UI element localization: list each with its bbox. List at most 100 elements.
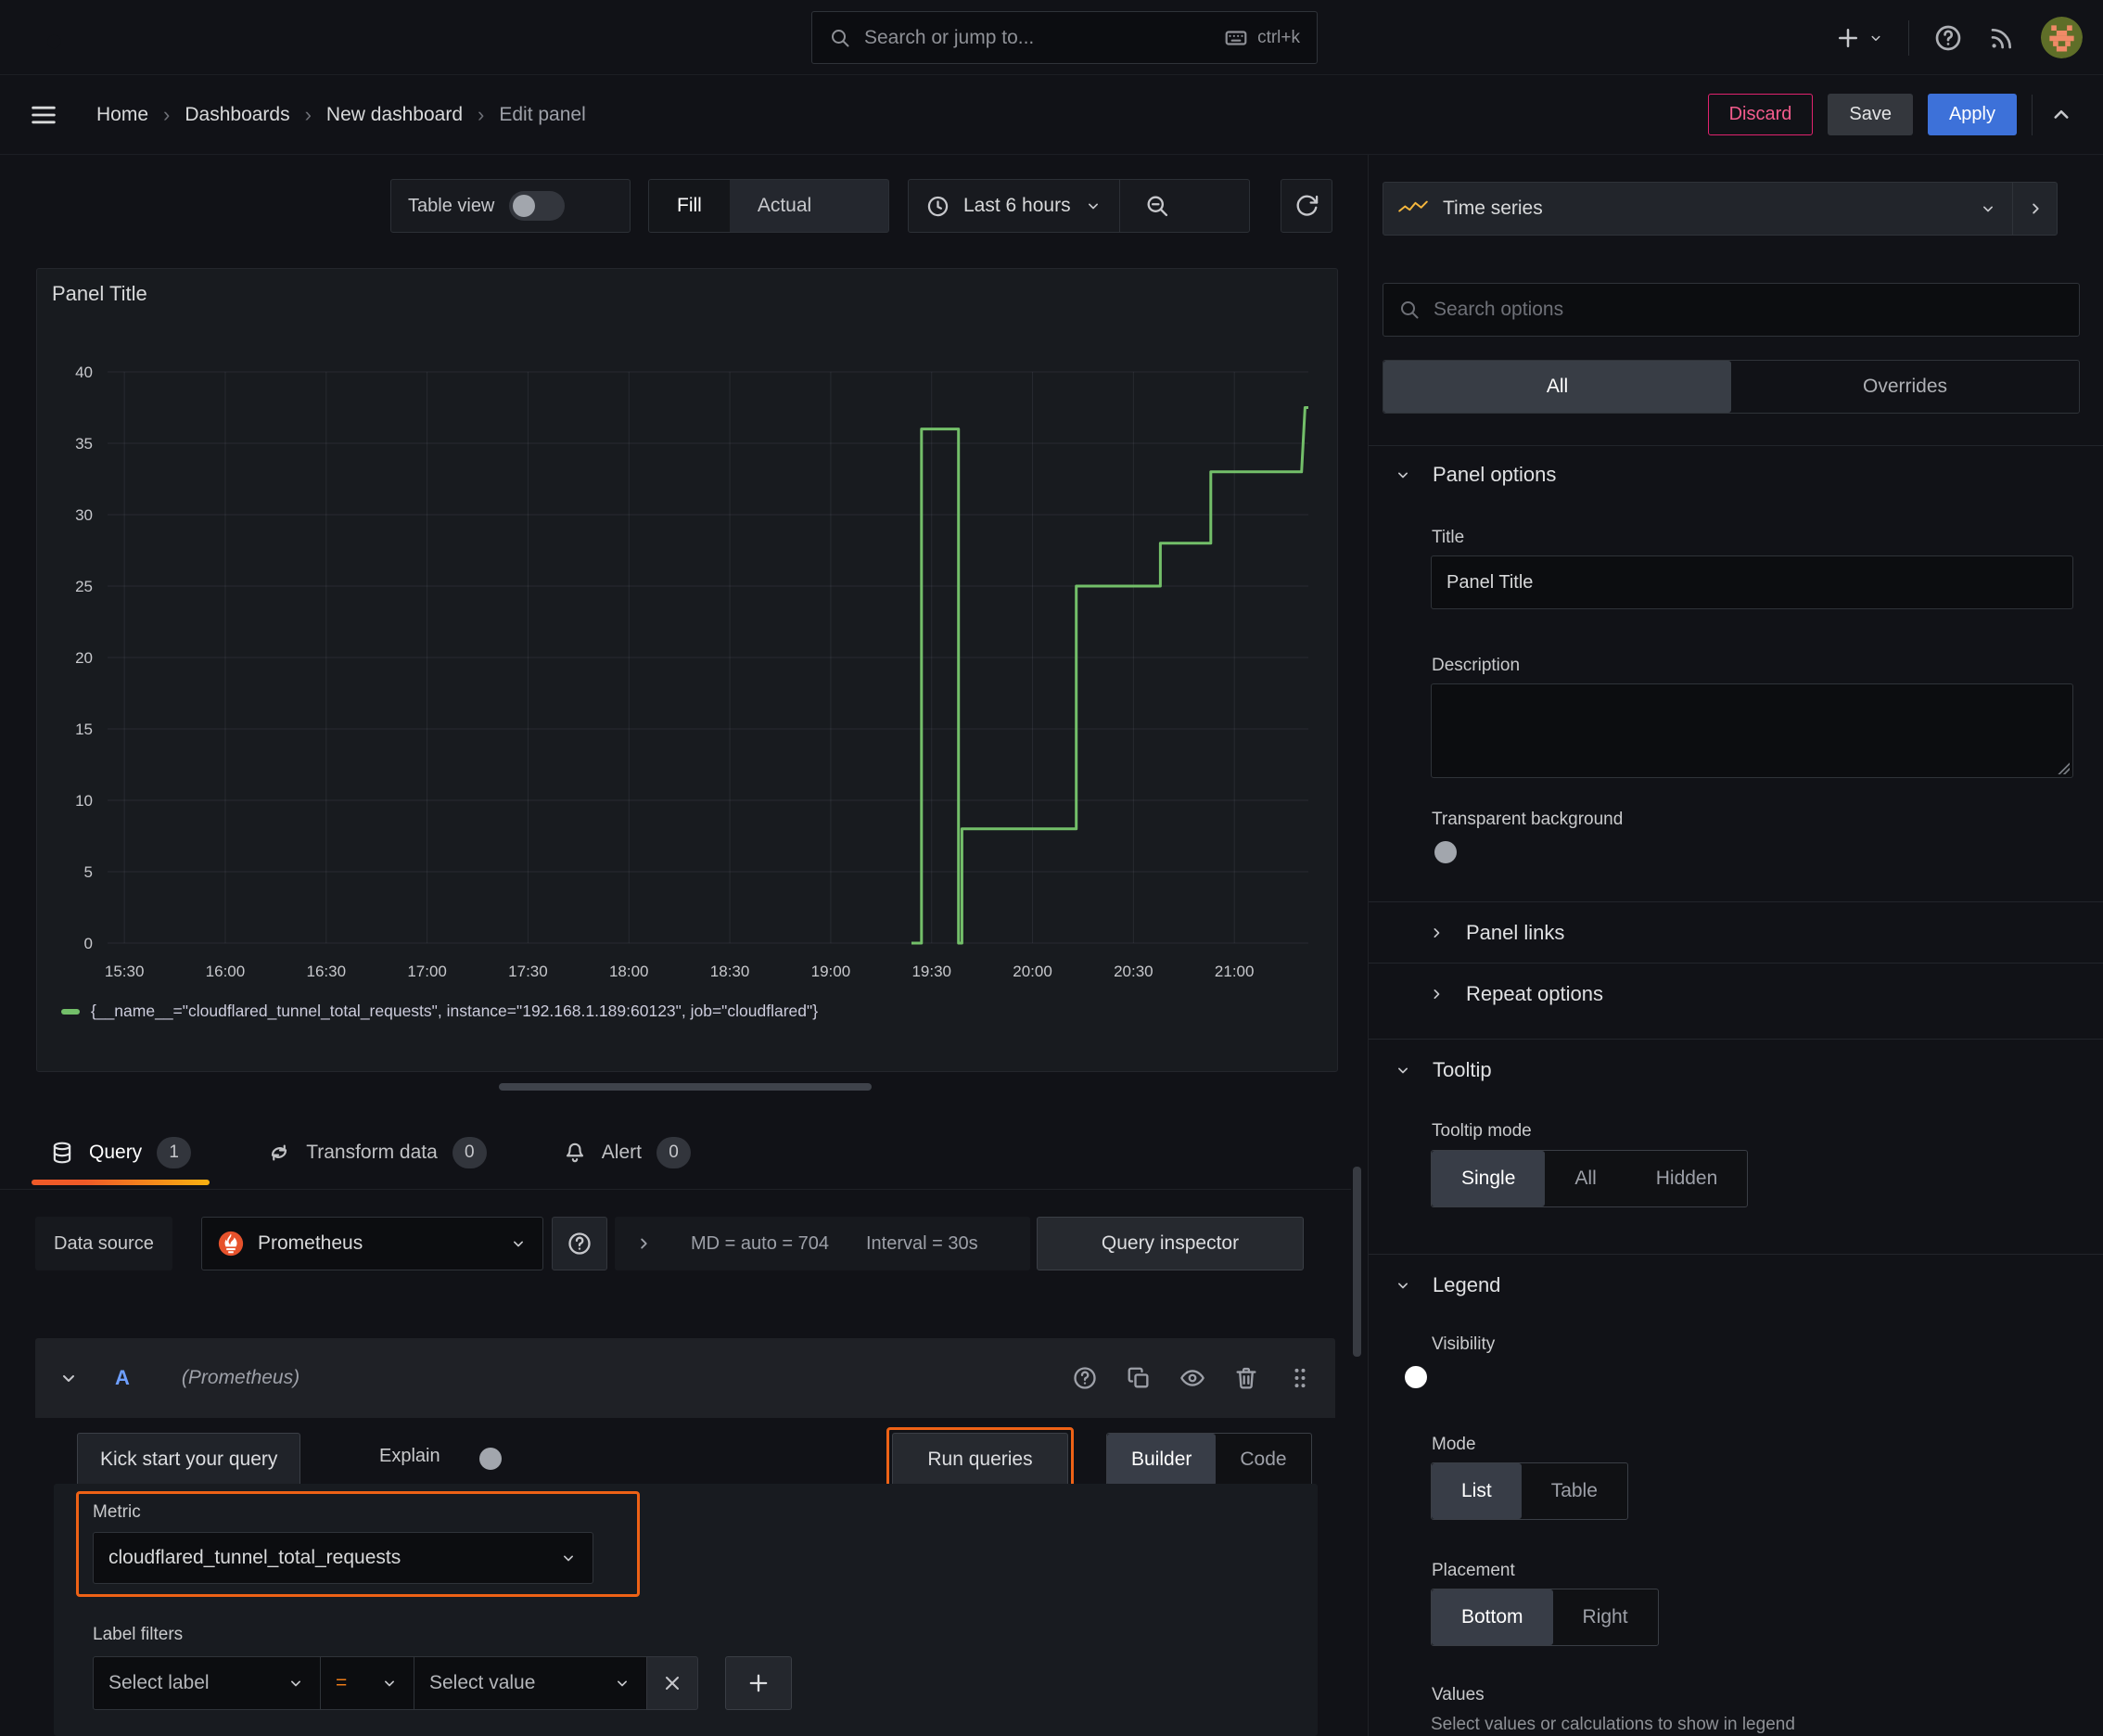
panel-resize-handle[interactable] bbox=[499, 1083, 872, 1091]
search-icon bbox=[829, 27, 851, 49]
tab-transform-data[interactable]: Transform data 0 bbox=[249, 1117, 505, 1189]
section-panel-options[interactable]: Panel options bbox=[1394, 463, 1556, 487]
panel-title: Panel Title bbox=[52, 282, 147, 305]
legend-mode-switch: List Table bbox=[1431, 1462, 1628, 1520]
datasource-help-button[interactable] bbox=[552, 1217, 607, 1270]
toggle-visibility-eye-icon[interactable] bbox=[1179, 1365, 1205, 1391]
section-tooltip[interactable]: Tooltip bbox=[1394, 1058, 1492, 1082]
builder-option[interactable]: Builder bbox=[1107, 1434, 1217, 1486]
toggle-viz-picker-button[interactable] bbox=[2012, 183, 2057, 235]
section-repeat-options[interactable]: Repeat options bbox=[1427, 982, 1603, 1006]
chart-legend: {__name__="cloudflared_tunnel_total_requ… bbox=[61, 1002, 818, 1021]
refresh-button[interactable] bbox=[1281, 179, 1332, 233]
kickstart-query-button[interactable]: Kick start your query bbox=[77, 1433, 301, 1487]
time-range-button[interactable]: Last 6 hours bbox=[909, 180, 1119, 232]
chevron-down-icon bbox=[1394, 1276, 1412, 1295]
actual-option[interactable]: Actual bbox=[730, 180, 839, 232]
chevron-down-icon bbox=[1084, 197, 1102, 215]
tooltip-single-option[interactable]: Single bbox=[1432, 1151, 1546, 1206]
legend-placement-right-option[interactable]: Right bbox=[1553, 1589, 1658, 1645]
help-icon[interactable] bbox=[1933, 23, 1963, 53]
filter-tab-all[interactable]: All bbox=[1383, 361, 1731, 413]
legend-mode-table-option[interactable]: Table bbox=[1522, 1463, 1627, 1519]
datasource-picker[interactable]: Prometheus bbox=[201, 1217, 543, 1270]
fill-option[interactable]: Fill bbox=[649, 180, 730, 232]
legend-placement-bottom-option[interactable]: Bottom bbox=[1432, 1589, 1553, 1645]
query-inspector-button[interactable]: Query inspector bbox=[1037, 1217, 1304, 1270]
breadcrumb-new-dashboard[interactable]: New dashboard bbox=[326, 104, 463, 126]
search-placeholder: Search or jump to... bbox=[864, 26, 1035, 48]
bell-icon bbox=[563, 1141, 587, 1165]
chevron-down-icon bbox=[1867, 30, 1884, 46]
section-panel-links[interactable]: Panel links bbox=[1427, 921, 1564, 945]
tooltip-all-option[interactable]: All bbox=[1545, 1151, 1625, 1206]
breadcrumb-home[interactable]: Home bbox=[96, 104, 148, 126]
description-textarea[interactable] bbox=[1431, 683, 2073, 778]
alert-count-badge: 0 bbox=[656, 1137, 691, 1168]
query-datasource-hint: (Prometheus) bbox=[181, 1367, 300, 1388]
max-datapoints-value: MD = auto = 704 bbox=[691, 1232, 829, 1254]
collapse-chevron-down-icon[interactable] bbox=[57, 1367, 80, 1389]
tab-query[interactable]: Query 1 bbox=[32, 1117, 210, 1189]
save-button[interactable]: Save bbox=[1828, 94, 1913, 135]
divider bbox=[2032, 94, 2033, 135]
table-view-toggle[interactable] bbox=[509, 191, 566, 221]
filter-tab-overrides[interactable]: Overrides bbox=[1731, 361, 2079, 413]
legend-placement-switch: Bottom Right bbox=[1431, 1589, 1659, 1646]
tab-alert[interactable]: Alert 0 bbox=[544, 1117, 709, 1189]
viz-type-button[interactable]: Time series bbox=[1383, 183, 2012, 235]
drag-grip-icon[interactable] bbox=[1287, 1365, 1313, 1391]
svg-text:5: 5 bbox=[84, 863, 93, 881]
tooltip-hidden-option[interactable]: Hidden bbox=[1626, 1151, 1748, 1206]
breadcrumb-separator: › bbox=[478, 102, 485, 126]
section-legend[interactable]: Legend bbox=[1394, 1273, 1500, 1297]
visualization-panel[interactable]: Panel Title 0 5 10 15 20 25 30 35 40 15:30 16:00 16… bbox=[36, 268, 1338, 1072]
transform-icon bbox=[267, 1141, 291, 1165]
collapse-chevron-up-icon[interactable] bbox=[2047, 101, 2075, 129]
code-option[interactable]: Code bbox=[1216, 1434, 1310, 1486]
svg-text:19:00: 19:00 bbox=[811, 963, 851, 980]
discard-button[interactable]: Discard bbox=[1707, 94, 1814, 135]
delete-query-trash-icon[interactable] bbox=[1233, 1365, 1259, 1391]
select-value-dropdown[interactable]: Select value bbox=[414, 1656, 647, 1710]
query-row-header[interactable]: A (Prometheus) bbox=[35, 1338, 1335, 1418]
legend-mode-list-option[interactable]: List bbox=[1432, 1463, 1522, 1519]
new-menu-button[interactable] bbox=[1834, 24, 1884, 52]
avatar[interactable] bbox=[2041, 17, 2083, 58]
timeseries-chart[interactable]: 0 5 10 15 20 25 30 35 40 15:30 16:00 16:30 17:00 17:3… bbox=[37, 315, 1339, 992]
operator-dropdown[interactable]: = bbox=[320, 1656, 414, 1710]
chevron-down-icon bbox=[1394, 466, 1412, 484]
legend-swatch[interactable] bbox=[61, 1008, 80, 1015]
legend-series-label[interactable]: {__name__="cloudflared_tunnel_total_requ… bbox=[91, 1002, 818, 1021]
transform-count-badge: 0 bbox=[452, 1137, 487, 1168]
scrollbar-thumb[interactable] bbox=[1353, 1167, 1361, 1357]
query-help-icon[interactable] bbox=[1072, 1365, 1098, 1391]
panel-title-input[interactable]: Panel Title bbox=[1431, 555, 2073, 609]
metric-select[interactable]: cloudflared_tunnel_total_requests bbox=[93, 1532, 593, 1584]
apply-button[interactable]: Apply bbox=[1927, 94, 2017, 135]
time-range-control: Last 6 hours bbox=[908, 179, 1250, 233]
breadcrumb-dashboards[interactable]: Dashboards bbox=[185, 104, 289, 126]
zoom-out-button[interactable] bbox=[1120, 180, 1194, 232]
query-ref-id: A bbox=[115, 1366, 130, 1389]
chevron-down-icon bbox=[559, 1549, 578, 1567]
global-search-input[interactable]: Search or jump to... ctrl+k bbox=[811, 11, 1318, 64]
active-tab-underline bbox=[32, 1180, 210, 1185]
svg-text:16:00: 16:00 bbox=[206, 963, 246, 980]
svg-text:25: 25 bbox=[75, 578, 93, 595]
grafana-logo-icon[interactable] bbox=[28, 12, 78, 62]
options-search-input[interactable]: Search options bbox=[1383, 283, 2080, 337]
run-queries-button[interactable]: Run queries bbox=[892, 1433, 1068, 1487]
select-label-dropdown[interactable]: Select label bbox=[93, 1656, 321, 1710]
query-options-summary[interactable]: MD = auto = 704 Interval = 30s bbox=[615, 1217, 1030, 1270]
remove-filter-button[interactable] bbox=[646, 1656, 698, 1710]
help-icon bbox=[567, 1231, 593, 1257]
news-rss-icon[interactable] bbox=[1987, 23, 2017, 53]
tooltip-mode-label: Tooltip mode bbox=[1432, 1121, 1532, 1141]
menu-icon[interactable] bbox=[28, 99, 59, 131]
add-filter-button[interactable] bbox=[725, 1656, 792, 1710]
editor-tabs: Query 1 Transform data 0 Alert 0 bbox=[0, 1117, 1351, 1190]
duplicate-query-icon[interactable] bbox=[1126, 1365, 1152, 1391]
topbar-actions bbox=[1834, 0, 2083, 75]
resize-corner[interactable] bbox=[2057, 761, 2070, 774]
